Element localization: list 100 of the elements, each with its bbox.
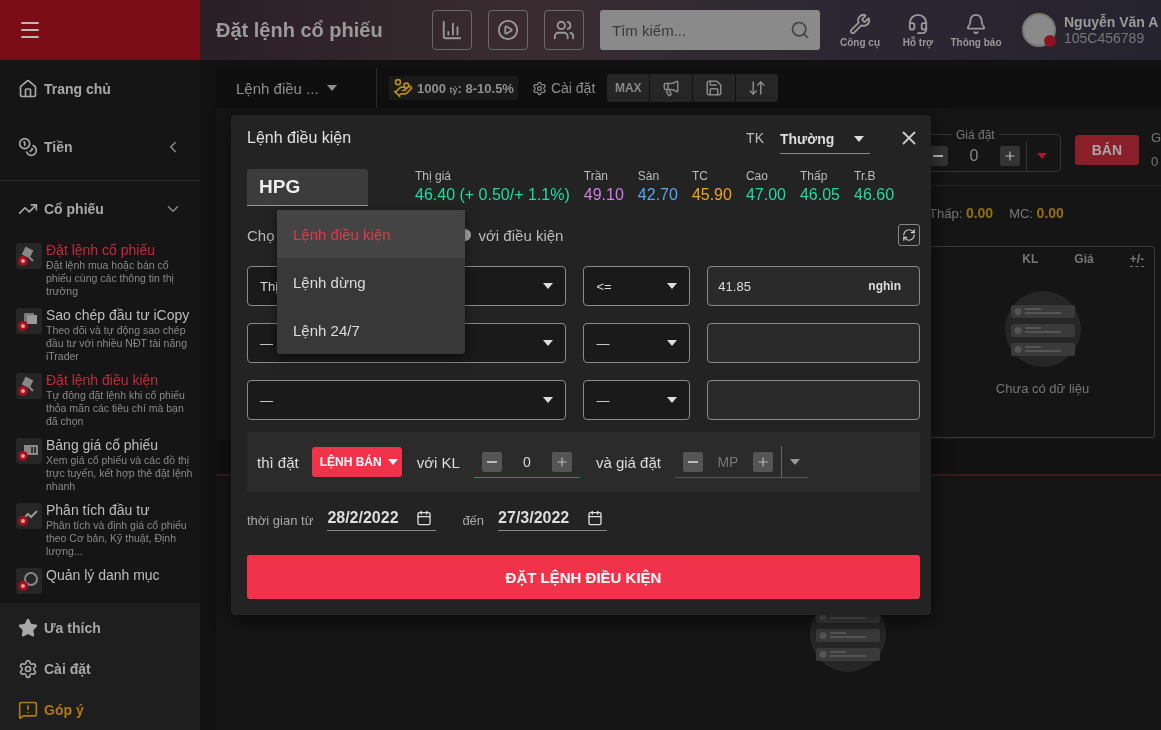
- menu-item-title[interactable]: Phân tích đầu tư: [46, 501, 196, 519]
- caret-icon: [387, 459, 398, 465]
- nav-item[interactable]: Ưa thích: [44, 619, 101, 636]
- search-icon[interactable]: [790, 20, 810, 40]
- price-value: 46.40 (+ 0.50/+ 1.1%): [415, 186, 570, 204]
- gear-icon: [531, 80, 547, 96]
- nav-item[interactable]: Góp ý: [44, 701, 84, 718]
- value-field[interactable]: [707, 323, 920, 363]
- megaphone-icon: [662, 79, 681, 97]
- plus-icon: [755, 454, 770, 469]
- plus-icon: [1003, 149, 1017, 163]
- investors-button[interactable]: [544, 10, 584, 50]
- choose-label: Chọ: [247, 226, 275, 244]
- sell-button[interactable]: BÁN: [1074, 134, 1139, 165]
- caret-icon: [789, 458, 800, 465]
- tool-label[interactable]: Thông báo: [950, 36, 1002, 48]
- menu-item-description: Tự động đặt lệnh khi cổ phiếu thỏa mãn các tiêu chí mà bạn đã chọn: [46, 389, 186, 428]
- play-icon: [497, 19, 519, 41]
- avatar[interactable]: [1022, 13, 1056, 47]
- price-label: Cao: [745, 169, 769, 183]
- menu-item-description: Phân tích và định giá cổ phiếu theo Cơ bản, Kỹ thuật, Định lượng...: [46, 519, 188, 558]
- user-name: Nguyễn Văn A: [1064, 14, 1159, 30]
- max-button[interactable]: MAX: [607, 74, 650, 102]
- wrench-icon[interactable]: [849, 12, 871, 35]
- price-label: TC: [691, 169, 709, 183]
- gavel-icon: [16, 243, 42, 269]
- copy-trade-button[interactable]: [488, 10, 528, 50]
- settings-button[interactable]: Cài đặt: [531, 80, 596, 96]
- tool-label[interactable]: Hỗ trợ: [902, 36, 934, 48]
- date-field[interactable]: 28/2/2022: [327, 509, 437, 531]
- swap-button[interactable]: [736, 74, 779, 102]
- column-header: Giá: [1074, 252, 1094, 266]
- caret-icon: [543, 283, 554, 289]
- menu-item[interactable]: Lệnh dừng: [277, 258, 465, 306]
- coins-icon: [18, 137, 38, 157]
- symbol-field[interactable]: HPG: [247, 169, 368, 206]
- price-label: Trần: [583, 169, 609, 183]
- nav-item[interactable]: Cổ phiếu: [44, 201, 104, 217]
- gavel-icon: [16, 373, 42, 399]
- nav-item[interactable]: Cài đặt: [44, 660, 91, 677]
- price-value: 47.00: [745, 186, 786, 204]
- people-icon: [553, 19, 575, 41]
- plus-icon: [554, 454, 569, 469]
- minus-icon: [687, 460, 698, 463]
- caret-icon: [326, 85, 337, 91]
- operator-select[interactable]: —: [583, 380, 691, 420]
- order-side-select[interactable]: LỆNH BÁN: [311, 447, 402, 477]
- tool-label[interactable]: Công cụ: [840, 36, 880, 48]
- price-board-button[interactable]: [432, 10, 472, 50]
- value-field[interactable]: [707, 380, 920, 420]
- swap-icon: [748, 79, 767, 97]
- nav-item[interactable]: Tiền: [44, 139, 73, 155]
- column-header: KL: [1022, 252, 1039, 266]
- field-select[interactable]: —: [247, 380, 567, 420]
- column-header: +/-: [1129, 251, 1144, 267]
- date-label: thời gian từ: [247, 512, 314, 528]
- account-label: TK: [746, 130, 764, 146]
- menu-item-description: Đặt lệnh mua hoặc bán cổ phiếu cùng các thông tin thị trường: [46, 259, 175, 298]
- account-select[interactable]: Thường: [780, 130, 870, 154]
- account-number: 105C456789: [1064, 30, 1146, 46]
- menu-item-description: Xem giá cổ phiếu và các đồ thị trực tuyến, kết hợp thẻ đặt lệnh nhanh: [46, 454, 194, 493]
- price-label: Thị giá: [415, 169, 453, 183]
- star-icon: [18, 617, 38, 638]
- save-button[interactable]: [693, 74, 736, 102]
- menu-item-title[interactable]: Bảng giá cổ phiếu: [46, 436, 196, 454]
- menu-item-description: Theo dõi và tự động sao chép đầu tư với nhiều NĐT tài năng iTrader: [46, 324, 188, 363]
- search-field[interactable]: Tìm kiếm...: [600, 10, 820, 50]
- calendar-icon: [416, 510, 433, 526]
- bell-icon[interactable]: [965, 12, 987, 35]
- menu-item-title[interactable]: Quản lý danh mục: [46, 566, 196, 584]
- operator-select[interactable]: <=: [583, 266, 691, 306]
- nav-item[interactable]: Trang chủ: [44, 81, 111, 97]
- menu-item[interactable]: Lệnh 24/7: [277, 306, 465, 354]
- price-label: và giá đặt: [595, 453, 661, 471]
- home-icon: [18, 79, 38, 99]
- column-value: 0: [1150, 152, 1160, 171]
- promo-text: 1000 tỷ: 8-10.5%: [417, 80, 514, 96]
- megaphone-button[interactable]: [650, 74, 693, 102]
- caret-icon: [1037, 153, 1047, 159]
- refresh-button[interactable]: [898, 224, 920, 246]
- quantity-stepper[interactable]: 0: [473, 446, 580, 478]
- stat: MC: 0.00: [1009, 205, 1064, 223]
- copy-play-icon: [16, 308, 42, 334]
- chart-icon: [16, 438, 42, 464]
- price-value: 46.60: [854, 186, 895, 204]
- headset-icon[interactable]: [907, 12, 929, 35]
- price-value: 42.70: [637, 186, 678, 204]
- bar-chart-icon: [441, 19, 463, 41]
- date-field[interactable]: 27/3/2022: [498, 509, 608, 531]
- operator-select[interactable]: —: [583, 323, 691, 363]
- menu-item-title[interactable]: Sao chép đầu tư iCopy: [46, 306, 196, 324]
- pie-icon: [16, 568, 42, 594]
- minus-icon: [933, 155, 943, 157]
- value-field[interactable]: 41.85 nghìn: [707, 266, 920, 306]
- calendar-icon: [587, 510, 604, 526]
- empty-message: Chưa có dữ liệu: [995, 381, 1090, 396]
- submit-button[interactable]: ĐẶT LỆNH ĐIỀU KIỆN: [247, 555, 920, 599]
- feedback-icon: [18, 699, 38, 720]
- stat: Thấp: 0.00: [929, 205, 994, 223]
- column-label: G: [1150, 128, 1161, 147]
